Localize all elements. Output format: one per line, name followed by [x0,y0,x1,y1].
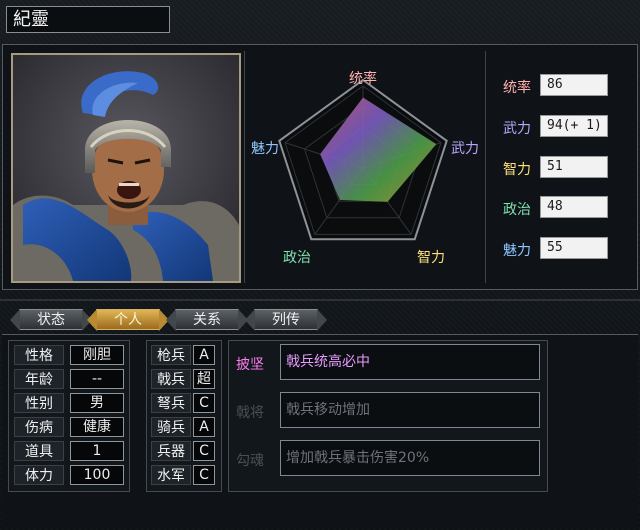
stat-value: 86 [540,74,608,96]
stat-label: 魅力 [503,243,531,259]
aptitude-label: 弩兵 [151,393,191,413]
aptitude-label: 水军 [151,465,191,485]
tab-biography[interactable]: 列传 [245,309,327,331]
attr-value: 健康 [70,417,124,437]
stat-value: 51 [540,156,608,178]
aptitude-value: C [193,441,215,461]
tab-status[interactable]: 状态 [10,309,92,331]
stat-value: 94(+ 1) [540,115,608,137]
tab-relations[interactable]: 关系 [166,309,248,331]
attr-value: 男 [70,393,124,413]
radar-label-charm: 魅力 [251,141,279,157]
attr-value: 刚胆 [70,345,124,365]
stat-radar-chart: 统率 武力 智力 政治 魅力 [251,70,479,266]
skill-desc-jijiang[interactable]: 戟兵移动增加 [280,392,540,428]
section-divider [0,299,640,301]
attr-label: 道具 [14,441,64,461]
attr-label: 年龄 [14,369,64,389]
aptitude-value: C [193,465,215,485]
radar-label-leadership: 统率 [349,70,377,87]
skill-label-pijian: 披坚 [236,357,264,373]
attr-value: 100 [70,465,124,485]
portrait-illustration [13,55,239,281]
aptitude-label: 戟兵 [151,369,191,389]
stat-row-leadership: 统率 86 [500,74,620,98]
stat-label: 政治 [503,202,531,218]
skill-desc-pijian[interactable]: 戟兵统高必中 [280,344,540,380]
stat-row-politics: 政治 48 [500,196,620,220]
aptitude-value: C [193,393,215,413]
stat-row-charm: 魅力 55 [500,237,620,261]
aptitude-label: 枪兵 [151,345,191,365]
stat-value: 48 [540,196,608,218]
attr-label: 体力 [14,465,64,485]
radar-label-war: 武力 [451,141,479,157]
stat-value: 55 [540,237,608,259]
radar-label-intelligence: 智力 [417,250,445,266]
attr-label: 性格 [14,345,64,365]
stat-row-war: 武力 94(+ 1) [500,115,620,139]
officer-portrait [11,53,241,283]
stat-label: 智力 [503,162,531,178]
attr-label: 伤病 [14,417,64,437]
aptitude-value: A [193,345,215,365]
attr-label: 性别 [14,393,64,413]
tab-personal[interactable]: 个人 [87,309,169,331]
aptitude-label: 骑兵 [151,417,191,437]
divider [244,51,245,283]
stat-label: 统率 [503,80,531,96]
attr-value: -- [70,369,124,389]
officer-name: 紀靈 [6,6,170,33]
aptitude-label: 兵器 [151,441,191,461]
radar-label-politics: 政治 [283,250,311,266]
divider [485,51,486,283]
stat-label: 武力 [503,121,531,137]
skill-desc-gouhun[interactable]: 增加戟兵暴击伤害20% [280,440,540,476]
skill-label-gouhun: 勾魂 [236,453,264,469]
attr-value[interactable]: 1 [70,441,124,461]
stat-row-intelligence: 智力 51 [500,156,620,180]
aptitude-value: A [193,417,215,437]
aptitude-value: 超 [193,369,215,389]
skill-label-jijiang: 戟将 [236,405,264,421]
